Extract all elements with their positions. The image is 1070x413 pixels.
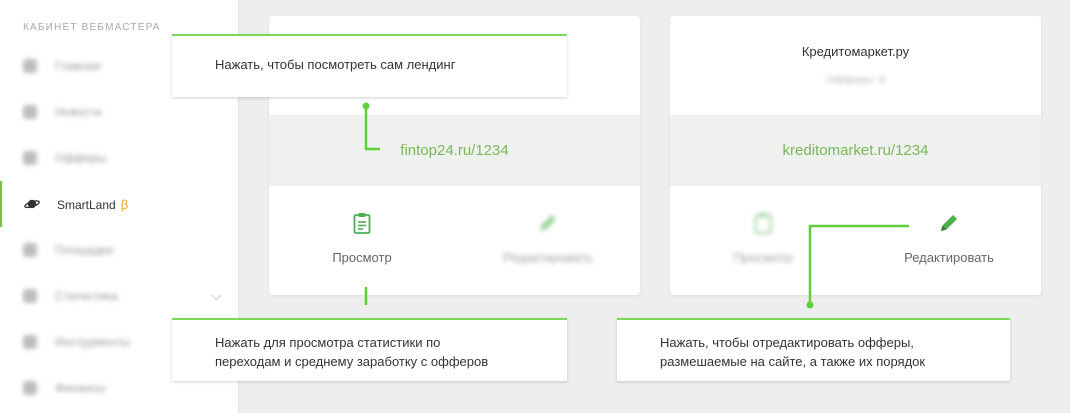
sidebar-item-offers[interactable]: Офферы — [0, 135, 238, 181]
view-button[interactable]: Просмотр — [670, 212, 856, 265]
card-title: Кредитомаркет.ру — [801, 44, 910, 59]
beta-badge: β — [120, 196, 129, 212]
callout-text-line1: Нажать, чтобы отредактировать офферы, — [660, 335, 914, 350]
finance-icon — [23, 381, 37, 395]
callout-text: Нажать, чтобы посмотреть сам лендинг — [215, 57, 456, 72]
news-icon — [23, 105, 37, 119]
chevron-down-icon[interactable] — [211, 290, 222, 301]
pencil-icon — [856, 212, 1041, 236]
view-button[interactable]: Просмотр — [269, 212, 455, 265]
callout-text-line2: переходам и среднему заработку с офферов — [215, 354, 489, 369]
view-label: Просмотр — [332, 250, 392, 265]
clipboard-icon — [670, 212, 856, 236]
sidebar-item-label: SmartLand β — [57, 197, 128, 212]
landing-url-link[interactable]: kreditomarket.ru/1234 — [783, 142, 929, 159]
sidebar-item-label: Офферы — [55, 151, 107, 165]
chart-icon — [23, 289, 37, 303]
sidebar-item-label: Инструменты — [55, 335, 130, 349]
sidebar-item-label: Новости — [55, 105, 102, 119]
edit-label: Редактировать — [904, 250, 994, 265]
edit-button[interactable]: Редактировать — [455, 212, 640, 265]
sidebar-item-sites[interactable]: Площадки — [0, 227, 238, 273]
home-icon — [23, 59, 37, 73]
clipboard-icon — [269, 212, 455, 236]
sidebar-item-label: Главная — [55, 59, 101, 73]
landing-card: Кредитомаркет.ру Офферы: 9 kreditomarket… — [670, 16, 1041, 295]
callout-edit: Нажать, чтобы отредактировать офферы, ра… — [617, 318, 1010, 381]
smartland-label: SmartLand — [57, 197, 116, 212]
view-label: Просмотр — [733, 250, 793, 265]
planet-icon — [24, 197, 40, 211]
edit-label: Редактировать — [503, 250, 593, 265]
card-link-band: kreditomarket.ru/1234 — [670, 115, 1041, 186]
tools-icon — [23, 335, 37, 349]
callout-text-line2: размешаемые на сайте, а также их порядок — [660, 354, 926, 369]
pencil-icon — [455, 212, 640, 236]
callout-text-line1: Нажать для просмотра статистики по — [215, 335, 441, 350]
edit-button[interactable]: Редактировать — [856, 212, 1041, 265]
landing-url-link[interactable]: fintop24.ru/1234 — [400, 142, 508, 159]
sidebar-item-label: Статистика — [55, 289, 119, 303]
sidebar-title: КАБИНЕТ ВЕБМАСТЕРА — [23, 22, 161, 33]
callout-view-landing: Нажать, чтобы посмотреть сам лендинг — [172, 34, 567, 97]
sidebar-item-statistics[interactable]: Статистика — [0, 273, 238, 319]
callout-statistics: Нажать для просмотра статистики по перех… — [172, 318, 567, 381]
sidebar-item-label: Финансы — [55, 381, 106, 395]
sites-icon — [23, 243, 37, 257]
sidebar-item-label: Площадки — [55, 243, 113, 257]
card-link-band: fintop24.ru/1234 — [269, 115, 640, 186]
offers-icon — [23, 151, 37, 165]
card-subtitle: Офферы: 9 — [825, 74, 886, 86]
sidebar-item-smartland[interactable]: SmartLand β — [0, 181, 240, 227]
